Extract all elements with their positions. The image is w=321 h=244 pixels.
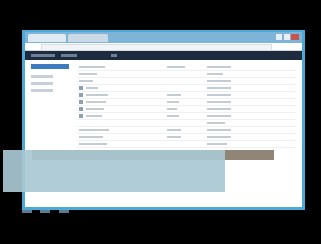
file-icon (79, 86, 83, 90)
overlay-panel (3, 150, 225, 192)
file-icon (79, 107, 83, 111)
table-row[interactable] (77, 85, 296, 92)
maximize-icon[interactable] (284, 34, 290, 40)
nav-item-1[interactable] (31, 54, 55, 57)
taskbar-item[interactable] (58, 210, 69, 213)
table-row[interactable] (77, 71, 296, 78)
sidebar-item[interactable] (31, 75, 53, 78)
nav-item-3[interactable] (111, 54, 117, 57)
table-row[interactable] (77, 106, 296, 113)
table-row[interactable] (77, 78, 296, 85)
title-bar (25, 32, 302, 43)
table-row[interactable] (77, 127, 296, 134)
file-icon (79, 100, 83, 104)
app-navbar (25, 51, 302, 60)
table-row[interactable] (77, 99, 296, 106)
sidebar (31, 64, 69, 96)
nav-item-2[interactable] (61, 54, 77, 57)
browser-tab-1[interactable] (28, 34, 66, 42)
sidebar-item[interactable] (31, 82, 53, 85)
taskbar-item[interactable] (22, 210, 32, 213)
file-table (77, 64, 296, 148)
sidebar-item[interactable] (31, 89, 53, 92)
address-bar (25, 43, 302, 51)
table-header (77, 64, 296, 71)
minimize-icon[interactable] (276, 34, 282, 40)
table-row[interactable] (77, 92, 296, 99)
table-row[interactable] (77, 120, 296, 127)
browser-tab-2[interactable] (68, 34, 108, 42)
taskbar-item[interactable] (40, 210, 51, 213)
sidebar-item-active[interactable] (31, 64, 69, 69)
file-icon (79, 93, 83, 97)
url-input[interactable] (41, 44, 272, 51)
file-icon (79, 114, 83, 118)
close-icon[interactable] (291, 34, 299, 40)
table-row[interactable] (77, 113, 296, 120)
table-row[interactable] (77, 141, 296, 148)
table-row[interactable] (77, 134, 296, 141)
taskbar (22, 200, 162, 213)
